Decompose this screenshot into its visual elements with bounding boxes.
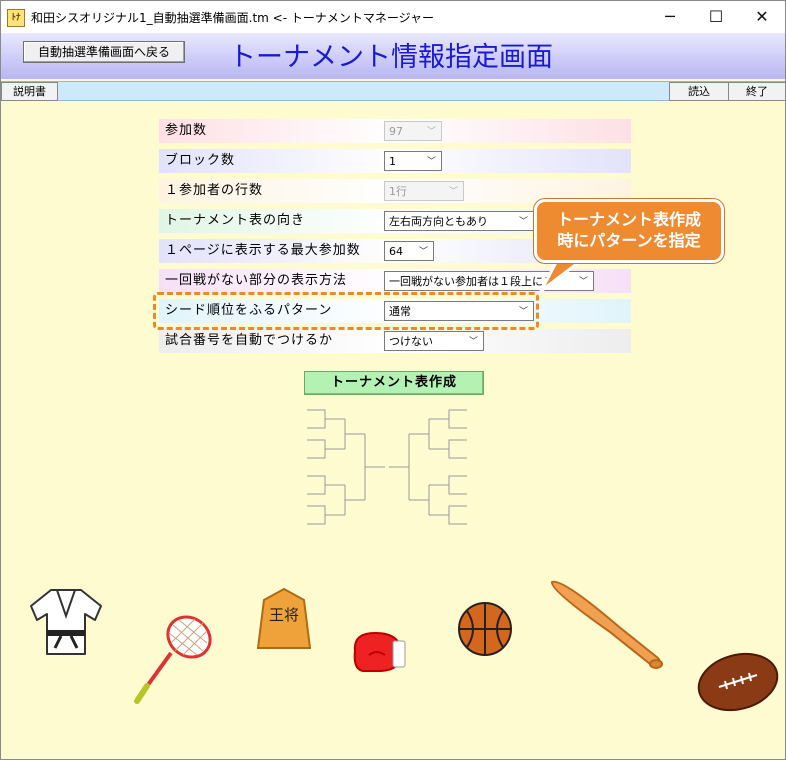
back-to-prep-button[interactable]: 自動抽選準備画面へ戻る xyxy=(23,41,185,63)
chevron-down-icon: ﹀ xyxy=(468,337,478,347)
tennis-racket-icon xyxy=(134,615,212,704)
blocks-label: ブロック数 xyxy=(165,153,236,168)
page-title: トーナメント情報指定画面 xyxy=(229,42,553,73)
maximize-button[interactable]: ☐ xyxy=(693,1,739,33)
no-first-round-value: 一回戦がない参加者は１段上にる xyxy=(389,275,554,288)
create-tournament-button[interactable]: トーナメント表作成 xyxy=(304,371,484,395)
callout-line-2: 時にパターンを指定 xyxy=(557,231,701,250)
rows-per-participant-label: １参加者の行数 xyxy=(165,183,264,198)
bracket-icon xyxy=(307,409,467,525)
participants-label: 参加数 xyxy=(165,123,208,138)
participants-value: 97 xyxy=(389,125,403,138)
rugby-ball-icon xyxy=(697,652,779,712)
callout-bubble: トーナメント表作成 時にパターンを指定 xyxy=(534,199,724,263)
form-row-blocks: ブロック数 1 ﹀ xyxy=(159,149,631,173)
form-row-participants: 参加数 97 ﹀ xyxy=(159,119,631,143)
chevron-down-icon: ﹀ xyxy=(448,187,458,197)
judo-gi-icon xyxy=(30,589,102,655)
load-button[interactable]: 読込 xyxy=(669,82,729,101)
shogi-piece-char-1: 王将 xyxy=(269,606,299,624)
boxing-glove-icon xyxy=(353,631,406,672)
chevron-down-icon: ﹀ xyxy=(518,217,528,227)
shogi-piece-icon: 王将 xyxy=(256,587,312,649)
orientation-select[interactable]: 左右両方向ともあり ﹀ xyxy=(384,211,534,231)
manual-button[interactable]: 説明書 xyxy=(1,82,58,101)
baseball-bat-icon xyxy=(551,580,663,669)
seed-pattern-highlight xyxy=(153,292,539,330)
form-row-auto-numbering: 試合番号を自動でつけるか つけない ﹀ xyxy=(159,329,631,353)
max-per-page-value: 64 xyxy=(389,245,403,258)
minimize-button[interactable]: ─ xyxy=(647,1,693,33)
app-window: ﾄﾅ 和田シスオリジナル1_自動抽選準備画面.tm <- トーナメントマネージャ… xyxy=(0,0,786,760)
basketball-icon xyxy=(458,602,512,656)
max-per-page-label: １ページに表示する最大参加数 xyxy=(165,243,361,258)
rows-per-participant-value: 1行 xyxy=(389,185,407,198)
auto-numbering-value: つけない xyxy=(389,335,433,348)
window-title: 和田シスオリジナル1_自動抽選準備画面.tm <- トーナメントマネージャー xyxy=(31,11,435,25)
page-header: 自動抽選準備画面へ戻る トーナメント情報指定画面 xyxy=(1,33,785,79)
chevron-down-icon: ﹀ xyxy=(426,127,436,137)
max-per-page-select[interactable]: 64 ﹀ xyxy=(384,241,434,261)
no-first-round-label: 一回戦がない部分の表示方法 xyxy=(165,273,348,288)
chevron-down-icon: ﹀ xyxy=(426,157,436,167)
blocks-value: 1 xyxy=(389,155,396,168)
auto-numbering-label: 試合番号を自動でつけるか xyxy=(165,333,334,348)
menu-bar: 説明書 読込 終了 xyxy=(1,81,785,101)
blocks-select[interactable]: 1 ﹀ xyxy=(384,151,442,171)
callout-line-1: トーナメント表作成 xyxy=(556,210,701,229)
orientation-label: トーナメント表の向き xyxy=(165,213,306,228)
participants-select[interactable]: 97 ﹀ xyxy=(384,121,442,141)
app-icon: ﾄﾅ xyxy=(7,9,25,27)
auto-numbering-select[interactable]: つけない ﹀ xyxy=(384,331,484,351)
orientation-value: 左右両方向ともあり xyxy=(389,215,488,228)
close-button[interactable]: ✕ xyxy=(739,1,785,33)
exit-button[interactable]: 終了 xyxy=(728,82,785,101)
rows-per-participant-select[interactable]: 1行 ﹀ xyxy=(384,181,464,201)
chevron-down-icon: ﹀ xyxy=(418,247,428,257)
title-bar: ﾄﾅ 和田シスオリジナル1_自動抽選準備画面.tm <- トーナメントマネージャ… xyxy=(1,1,785,33)
